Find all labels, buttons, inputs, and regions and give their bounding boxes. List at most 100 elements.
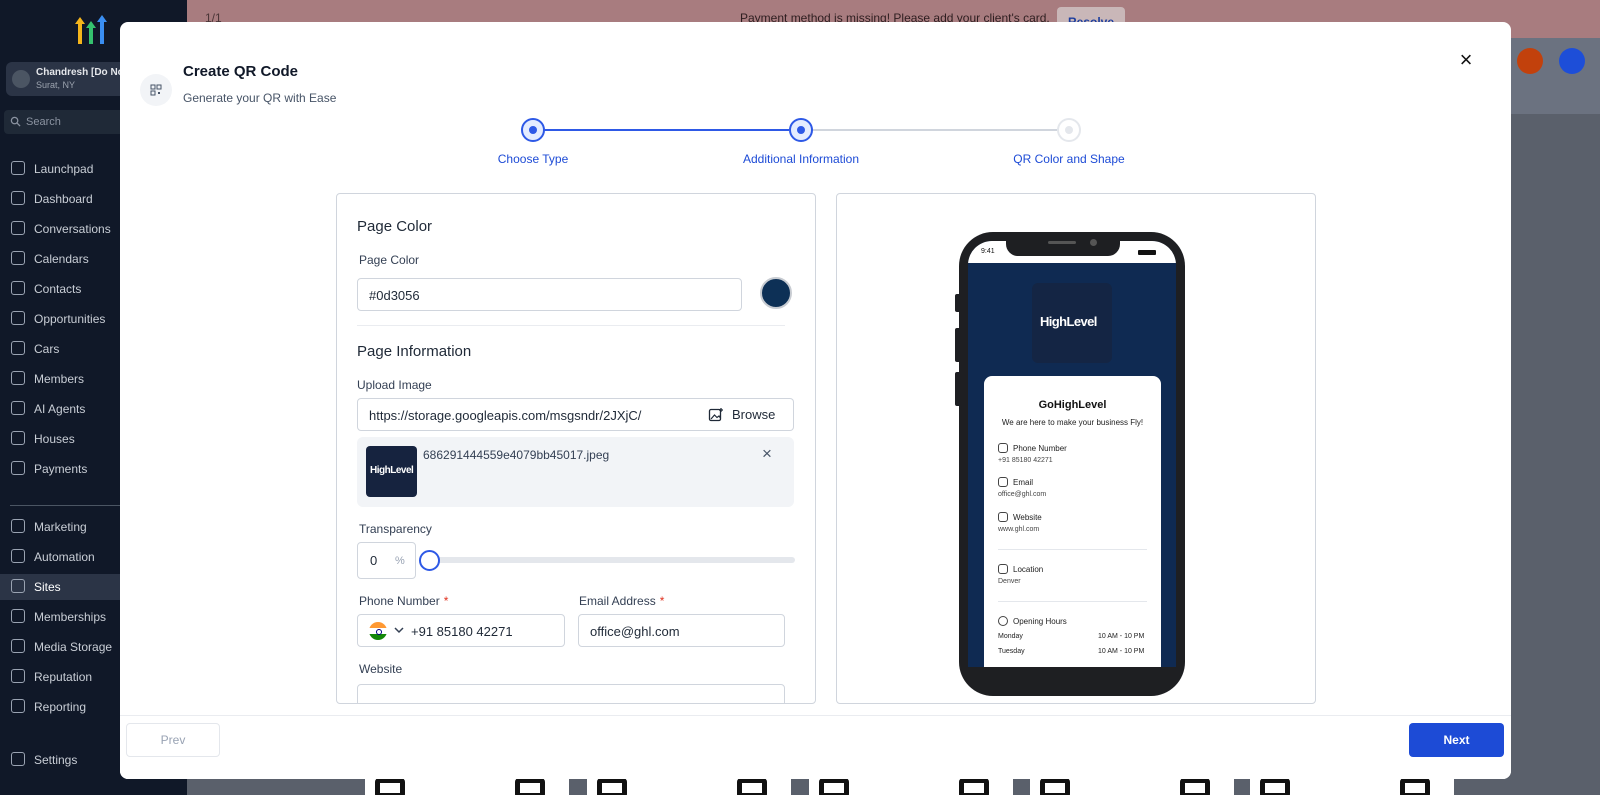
rocket-icon xyxy=(11,161,25,175)
sidebar-item-label: Reputation xyxy=(34,670,93,684)
section-divider xyxy=(357,325,785,326)
prev-button[interactable]: Prev xyxy=(126,723,220,757)
preview-website-label: Website xyxy=(1013,513,1042,522)
account-name: Chandresh [Do No xyxy=(36,67,124,78)
chevron-down-icon[interactable] xyxy=(394,625,404,635)
phone-number-input[interactable]: +91 85180 42271 xyxy=(357,614,565,647)
preview-hours-day: Tuesday xyxy=(998,648,1025,655)
color-swatch[interactable] xyxy=(760,277,792,309)
preview-divider xyxy=(998,601,1147,602)
sidebar-item-label: Reporting xyxy=(34,700,87,714)
page-color-input[interactable]: #0d3056 xyxy=(357,278,742,311)
account-location: Surat, NY xyxy=(36,80,76,90)
clock-icon xyxy=(998,616,1008,626)
preview-hours-time: 10 AM - 10 PM xyxy=(1098,648,1145,655)
phone-mockup: 9:41 HighLevel GoHighLevel We are here t… xyxy=(959,232,1185,696)
preview-hours-time: 10 AM - 10 PM xyxy=(1098,633,1145,640)
sidebar-item-label: AI Agents xyxy=(34,402,86,416)
close-icon[interactable]: × xyxy=(1455,49,1477,71)
preview-hours-label: Opening Hours xyxy=(1013,617,1067,626)
slider-handle[interactable] xyxy=(419,550,440,571)
phone-notch xyxy=(1006,232,1120,256)
link-icon xyxy=(998,512,1008,522)
percent-unit: % xyxy=(395,555,405,567)
star-icon xyxy=(11,669,25,683)
page-information-heading: Page Information xyxy=(357,343,472,360)
modal-title: Create QR Code xyxy=(183,63,299,80)
step-qr-color-and-shape[interactable]: QR Color and Shape xyxy=(1013,152,1124,166)
uploaded-file: HighLevel 686291444559e4079bb45017.jpeg … xyxy=(357,437,794,507)
image-icon xyxy=(11,639,25,653)
browse-button[interactable]: Browse xyxy=(688,398,794,431)
sidebar-item-label: Sites xyxy=(34,580,61,594)
sidebar-item-label: Contacts xyxy=(34,282,82,296)
transparency-slider[interactable] xyxy=(433,557,795,563)
sidebar-item-label: Automation xyxy=(34,550,95,564)
preview-phone-label: Phone Number xyxy=(1013,444,1067,453)
file-thumbnail: HighLevel xyxy=(366,446,417,497)
sidebar-item-label: Dashboard xyxy=(34,192,93,206)
sidebar-item-label: Media Storage xyxy=(34,640,113,654)
sidebar-item-label: Launchpad xyxy=(34,162,94,176)
email-icon xyxy=(998,477,1008,487)
status-time: 9:41 xyxy=(981,248,995,255)
qr-code-icon xyxy=(140,74,172,106)
preview-business-card: GoHighLevel We are here to make your bus… xyxy=(984,376,1161,667)
image-upload-icon xyxy=(708,408,723,422)
step-additional-information[interactable]: Additional Information xyxy=(743,152,859,166)
upload-image-label: Upload Image xyxy=(357,378,432,392)
step-choose-type[interactable]: Choose Type xyxy=(498,152,569,166)
preview-hours-day: Monday xyxy=(998,633,1023,640)
sidebar-item-label: Marketing xyxy=(34,520,87,534)
preview-tagline: We are here to make your business Fly! xyxy=(1001,418,1144,427)
phone-icon xyxy=(998,443,1008,453)
location-icon xyxy=(998,564,1008,574)
preview-email-value: office@ghl.com xyxy=(998,491,1047,498)
memberships-icon xyxy=(11,609,25,623)
form-card: Page Color Page Color #0d3056 Page Infor… xyxy=(336,193,816,704)
preview-phone-value: +91 85180 42271 xyxy=(998,457,1053,464)
avatar xyxy=(12,70,30,88)
stepper-progress-line xyxy=(533,129,789,131)
chat-icon xyxy=(11,221,25,235)
chart-icon xyxy=(11,699,25,713)
website-label: Website xyxy=(359,662,403,676)
opportunities-icon xyxy=(11,311,25,325)
india-flag-icon[interactable] xyxy=(369,622,387,640)
sidebar-item-label: Houses xyxy=(34,432,75,446)
stepper-pending-line xyxy=(801,129,1057,131)
sidebar-item-label: Settings xyxy=(34,753,78,767)
phone-number-label: Phone Number * xyxy=(359,594,449,608)
next-button[interactable]: Next xyxy=(1409,723,1504,757)
box-icon xyxy=(11,371,25,385)
battery-icon xyxy=(1138,250,1156,255)
phone-screen: 9:41 HighLevel GoHighLevel We are here t… xyxy=(968,241,1176,667)
email-address-label: Email Address * xyxy=(579,594,665,608)
notification-icon[interactable] xyxy=(1517,48,1543,74)
transparency-label: Transparency xyxy=(359,522,432,536)
preview-website-value: www.ghl.com xyxy=(998,526,1040,533)
step-qr-color-dot[interactable] xyxy=(1057,118,1081,142)
email-input[interactable]: office@ghl.com xyxy=(578,614,785,647)
upload-url-input[interactable]: https://storage.googleapis.com/msgsndr/2… xyxy=(357,398,689,431)
help-icon[interactable] xyxy=(1559,48,1585,74)
sidebar-item-label: Payments xyxy=(34,462,88,476)
send-icon xyxy=(11,519,25,533)
remove-file-icon[interactable]: × xyxy=(758,445,776,463)
modal-footer: Prev Next xyxy=(120,715,1511,779)
sidebar-item-label: Opportunities xyxy=(34,312,106,326)
sparkle-icon xyxy=(11,401,25,415)
preview-logo: HighLevel xyxy=(1032,283,1112,363)
contacts-icon xyxy=(11,281,25,295)
step-additional-info-dot[interactable] xyxy=(789,118,813,142)
calendar-icon xyxy=(11,251,25,265)
search-icon xyxy=(10,116,21,127)
preview-card: 9:41 HighLevel GoHighLevel We are here t… xyxy=(836,193,1316,704)
website-input[interactable] xyxy=(357,684,785,703)
step-choose-type-dot[interactable] xyxy=(521,118,545,142)
sidebar-item-label: Cars xyxy=(34,342,60,356)
search-placeholder: Search xyxy=(26,116,61,128)
automation-icon xyxy=(11,549,25,563)
transparency-input[interactable]: 0 % xyxy=(357,542,416,579)
gear-icon xyxy=(11,752,25,766)
